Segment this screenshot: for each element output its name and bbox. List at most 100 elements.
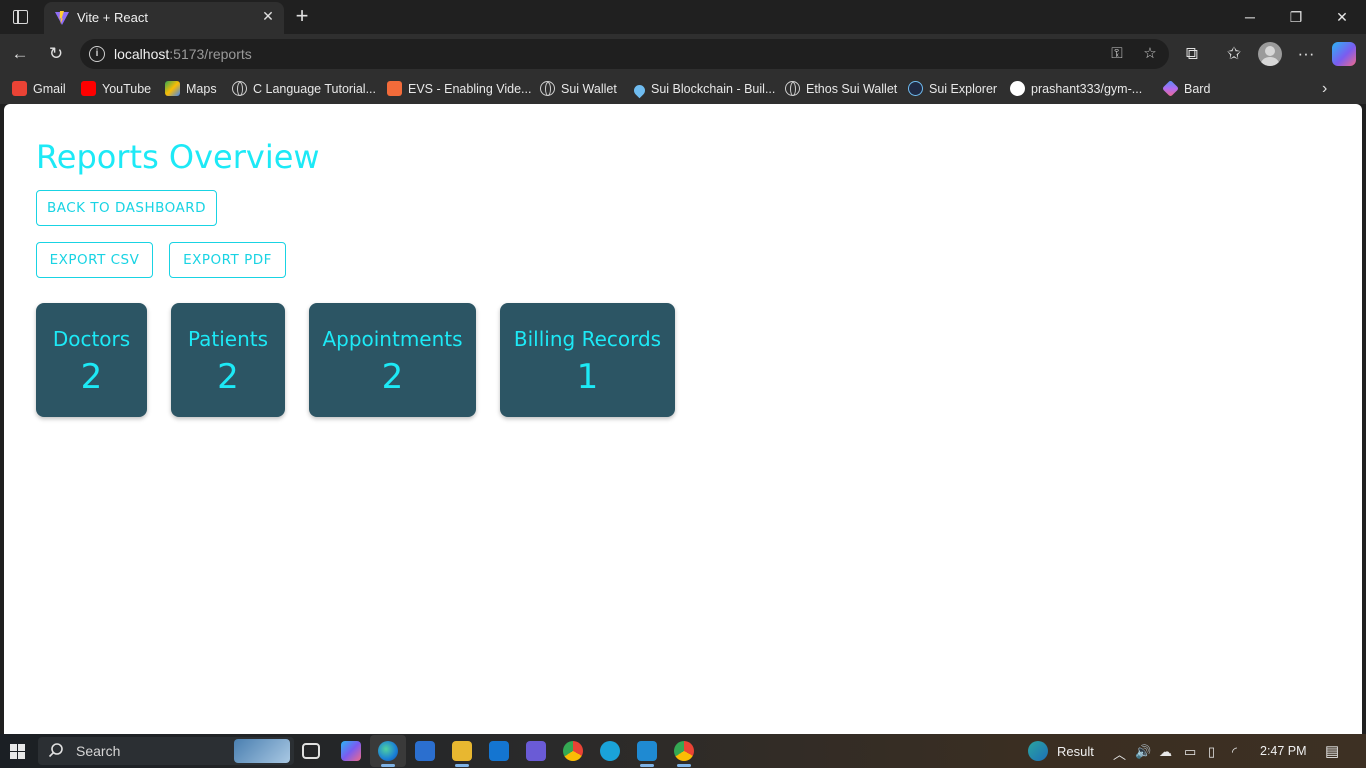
bookmark-label: YouTube xyxy=(102,82,152,96)
bookmark-sui-explorer[interactable]: Sui Explorer xyxy=(908,80,997,98)
tab-close-icon[interactable]: ✕ xyxy=(260,8,276,24)
bard-icon xyxy=(1162,80,1179,97)
page-content: Reports Overview BACK TO DASHBOARD EXPOR… xyxy=(4,104,1362,734)
bookmark-label: C Language Tutorial... xyxy=(253,82,376,96)
edge-icon[interactable] xyxy=(378,741,398,761)
url-text[interactable]: localhost:5173/reports xyxy=(114,46,252,62)
bookmark-maps[interactable]: Maps xyxy=(165,80,217,98)
bookmark-label: EVS - Enabling Vide... xyxy=(408,82,532,96)
bookmark-label: Sui Wallet xyxy=(561,82,617,96)
clock[interactable]: 2:47 PM xyxy=(1260,744,1307,758)
stat-card-appointments: Appointments 2 xyxy=(309,303,476,417)
phone-link-icon[interactable]: ▯ xyxy=(1208,744,1215,760)
taskbar: Search Result ︿ 🔊 ☁ ▭ ▯ ◜ 2:47 PM ▤ xyxy=(0,734,1366,768)
more-menu-icon[interactable]: ··· xyxy=(1294,42,1318,66)
bookmark-github[interactable]: prashant333/gym-... xyxy=(1010,80,1142,98)
back-to-dashboard-button[interactable]: BACK TO DASHBOARD xyxy=(36,190,217,226)
back-icon[interactable]: ← xyxy=(8,42,32,66)
onedrive-icon[interactable]: ☁ xyxy=(1159,744,1172,760)
new-tab-icon[interactable]: + xyxy=(290,4,314,28)
card-label: Billing Records xyxy=(513,327,662,351)
battery-icon[interactable]: ▭ xyxy=(1184,744,1196,760)
card-value: 1 xyxy=(576,357,599,397)
search-placeholder: Search xyxy=(76,743,121,759)
card-value: 2 xyxy=(217,357,239,397)
bookmark-gmail[interactable]: Gmail xyxy=(12,80,66,98)
task-view-icon[interactable] xyxy=(302,743,320,759)
chrome-profile-icon[interactable] xyxy=(674,741,694,761)
export-csv-button[interactable]: EXPORT CSV xyxy=(36,242,153,278)
site-info-icon[interactable]: i xyxy=(89,46,105,62)
windows-start-icon[interactable] xyxy=(10,744,26,760)
notifications-icon[interactable]: ▤ xyxy=(1325,742,1339,760)
vscode-icon[interactable] xyxy=(637,741,657,761)
bookmark-label: Sui Blockchain - Buil... xyxy=(651,82,776,96)
close-window-icon[interactable]: ✕ xyxy=(1330,6,1354,28)
visual-studio-icon[interactable] xyxy=(526,741,546,761)
wifi-icon[interactable]: ◜ xyxy=(1232,744,1237,760)
globe-icon xyxy=(785,81,800,96)
sui-drop-icon xyxy=(631,82,648,99)
vite-icon xyxy=(55,11,69,25)
favorites-icon[interactable]: ✩ xyxy=(1222,42,1246,66)
stat-card-billing-records: Billing Records 1 xyxy=(500,303,675,417)
running-indicator xyxy=(677,764,691,767)
extensions-icon[interactable]: ⧉ xyxy=(1180,42,1204,66)
bookmark-evs[interactable]: EVS - Enabling Vide... xyxy=(387,80,531,98)
reload-icon[interactable]: ↻ xyxy=(44,42,68,66)
globe-icon xyxy=(540,81,555,96)
key-icon[interactable]: ⚿ xyxy=(1107,44,1127,64)
active-indicator xyxy=(381,764,395,767)
bookmark-c-language[interactable]: C Language Tutorial... xyxy=(232,80,376,98)
running-indicator xyxy=(455,764,469,767)
tray-chevron-icon[interactable]: ︿ xyxy=(1113,744,1126,763)
globe-icon xyxy=(232,81,247,96)
result-widget-icon[interactable] xyxy=(1028,741,1048,761)
youtube-icon xyxy=(81,81,96,96)
copilot-icon[interactable] xyxy=(1332,42,1356,66)
bookmark-sui-blockchain[interactable]: Sui Blockchain - Buil... xyxy=(631,80,776,99)
search-highlight-image xyxy=(234,739,290,763)
tab-actions-icon[interactable] xyxy=(8,6,32,28)
stat-card-doctors: Doctors 2 xyxy=(36,303,147,417)
bookmark-sui-wallet[interactable]: Sui Wallet xyxy=(540,80,617,98)
c-app-icon[interactable] xyxy=(600,741,620,761)
file-explorer-icon[interactable] xyxy=(452,741,472,761)
chrome-icon[interactable] xyxy=(563,741,583,761)
favorite-star-icon[interactable]: ☆ xyxy=(1140,44,1160,64)
minimize-icon[interactable]: ─ xyxy=(1238,6,1262,28)
bookmark-label: Maps xyxy=(186,82,217,96)
tab-title: Vite + React xyxy=(77,10,148,25)
widget-label[interactable]: Result xyxy=(1057,744,1094,759)
restore-icon[interactable]: ❐ xyxy=(1284,6,1308,28)
evs-icon xyxy=(387,81,402,96)
sui-explorer-icon xyxy=(908,81,923,96)
copilot-taskbar-icon[interactable] xyxy=(341,741,361,761)
profile-avatar[interactable] xyxy=(1258,42,1282,66)
tab-strip: Vite + React ✕ + ─ ❐ ✕ xyxy=(0,0,1366,34)
bookmark-youtube[interactable]: YouTube xyxy=(81,80,151,98)
url-path: :5173/reports xyxy=(169,46,252,62)
address-bar[interactable]: i localhost:5173/reports ⚿ ☆ xyxy=(80,39,1169,69)
bookmarks-overflow-icon[interactable]: › xyxy=(1322,80,1327,98)
page-title: Reports Overview xyxy=(36,138,320,176)
bookmarks-bar: Gmail YouTube Maps C Language Tutorial..… xyxy=(0,74,1366,104)
bookmark-label: Bard xyxy=(1184,82,1211,96)
search-icon xyxy=(48,743,63,758)
gmail-icon xyxy=(12,81,27,96)
url-host: localhost xyxy=(114,46,170,62)
store-icon[interactable] xyxy=(415,741,435,761)
bookmark-ethos[interactable]: Ethos Sui Wallet xyxy=(785,80,897,98)
taskbar-search[interactable]: Search xyxy=(38,737,294,765)
bookmark-label: Ethos Sui Wallet xyxy=(806,82,898,96)
bookmark-bard[interactable]: Bard xyxy=(1162,80,1211,98)
card-value: 2 xyxy=(381,357,404,397)
export-pdf-button[interactable]: EXPORT PDF xyxy=(169,242,286,278)
bookmark-label: prashant333/gym-... xyxy=(1031,82,1143,96)
card-label: Patients xyxy=(187,327,269,351)
tab-active[interactable]: Vite + React ✕ xyxy=(44,2,284,34)
maps-icon xyxy=(165,81,180,96)
card-label: Doctors xyxy=(52,327,131,351)
outlook-icon[interactable] xyxy=(489,741,509,761)
volume-icon[interactable]: 🔊 xyxy=(1135,744,1151,760)
